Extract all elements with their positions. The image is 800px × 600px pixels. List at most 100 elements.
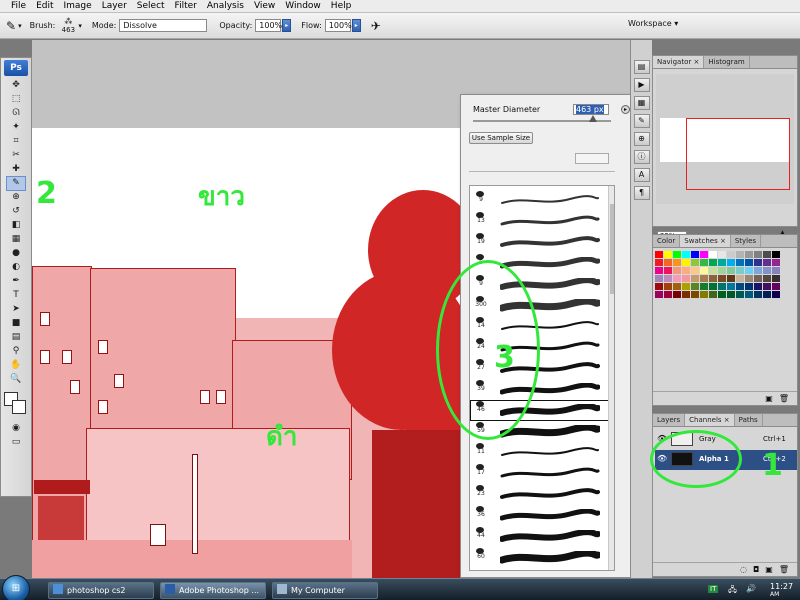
color-swatch[interactable] [745, 267, 754, 275]
tab-layers[interactable]: Layers [653, 414, 686, 426]
color-swatch[interactable] [664, 267, 673, 275]
gradient-icon[interactable]: ▦ [7, 233, 25, 246]
tray-volume-icon[interactable]: 🔊 [746, 584, 756, 593]
history-brush-icon[interactable]: ↺ [7, 205, 25, 218]
menu-layer[interactable]: Layer [97, 0, 132, 13]
dock-icon-history[interactable]: ▤ [633, 60, 650, 74]
color-swatch[interactable] [700, 267, 709, 275]
color-swatch[interactable] [709, 251, 718, 259]
zoom-icon[interactable]: 🔍 [7, 373, 25, 386]
menu-edit[interactable]: Edit [31, 0, 58, 13]
master-diameter-field[interactable]: 463 px [573, 104, 609, 115]
color-swatch[interactable] [700, 259, 709, 267]
brush-dropdown-icon[interactable]: ▾ [78, 22, 82, 30]
delete-channel-icon[interactable]: 🗑 [779, 565, 789, 574]
workspace-button[interactable]: Workspace ▾ [628, 19, 678, 28]
menu-filter[interactable]: Filter [170, 0, 202, 13]
color-swatch[interactable] [754, 275, 763, 283]
color-swatch[interactable] [655, 275, 664, 283]
opacity-field[interactable]: 100% [255, 19, 282, 32]
scrollbar-thumb[interactable] [610, 204, 614, 294]
brush-preset-item[interactable]: 44 [470, 526, 614, 547]
slice-icon[interactable]: ✂ [7, 149, 25, 162]
menu-analysis[interactable]: Analysis [202, 0, 249, 13]
color-swatch[interactable] [772, 251, 781, 259]
screen-mode-icon[interactable]: ▭ [7, 436, 25, 449]
tab-swatches[interactable]: Swatches × [680, 235, 731, 247]
menu-window[interactable]: Window [280, 0, 326, 13]
color-swatch[interactable] [727, 259, 736, 267]
color-swatch[interactable] [691, 283, 700, 291]
color-swatch[interactable] [709, 283, 718, 291]
color-swatch[interactable] [745, 251, 754, 259]
color-swatch[interactable] [754, 283, 763, 291]
menu-select[interactable]: Select [132, 0, 170, 13]
brush-preset-item[interactable]: 13 [470, 211, 614, 232]
color-swatch[interactable] [736, 283, 745, 291]
brush-preset-item[interactable]: 23 [470, 484, 614, 505]
color-swatch[interactable] [772, 283, 781, 291]
brush-preset-item[interactable]: 17 [470, 463, 614, 484]
color-swatch[interactable] [682, 267, 691, 275]
path-select-icon[interactable]: ➤ [7, 303, 25, 316]
mode-select[interactable]: Dissolve [119, 19, 208, 32]
color-swatch[interactable] [700, 275, 709, 283]
color-swatch[interactable] [718, 275, 727, 283]
color-swatch[interactable] [682, 283, 691, 291]
color-swatch[interactable] [655, 259, 664, 267]
picker-menu-icon[interactable]: ▸ [621, 105, 630, 114]
tray-input-icon[interactable]: IT [708, 585, 719, 593]
load-selection-icon[interactable]: ◌ [740, 565, 747, 574]
color-swatch[interactable] [691, 291, 700, 299]
color-swatch[interactable] [718, 267, 727, 275]
flow-slider-icon[interactable]: ▸ [351, 19, 361, 32]
color-swatch[interactable] [745, 275, 754, 283]
color-swatch[interactable] [727, 283, 736, 291]
opacity-slider-icon[interactable]: ▸ [282, 19, 292, 32]
task-item-my-computer[interactable]: My Computer [272, 582, 378, 599]
menu-help[interactable]: Help [326, 0, 357, 13]
color-swatch[interactable] [700, 283, 709, 291]
color-swatch[interactable] [763, 251, 772, 259]
color-swatch[interactable] [763, 259, 772, 267]
tab-styles[interactable]: Styles [731, 235, 762, 247]
color-swatch[interactable] [691, 275, 700, 283]
tab-navigator[interactable]: Navigator × [653, 56, 705, 68]
use-sample-size-button[interactable]: Use Sample Size [469, 132, 533, 144]
color-swatch[interactable] [709, 267, 718, 275]
dock-icon-actions[interactable]: ▶ [633, 78, 650, 92]
color-swatch[interactable] [736, 259, 745, 267]
color-swatch[interactable] [772, 267, 781, 275]
crop-icon[interactable]: ⌗ [7, 135, 25, 148]
color-swatch[interactable] [655, 251, 664, 259]
dock-icon-character[interactable]: A [633, 168, 650, 182]
magic-wand-icon[interactable]: ✦ [7, 121, 25, 134]
eyedropper-icon[interactable]: ⚲ [7, 345, 25, 358]
color-swatch[interactable] [736, 275, 745, 283]
color-swatch[interactable] [763, 275, 772, 283]
color-swatch[interactable] [691, 251, 700, 259]
tab-color[interactable]: Color [653, 235, 681, 247]
color-swatch[interactable] [763, 267, 772, 275]
color-swatch[interactable] [682, 291, 691, 299]
hand-icon[interactable]: ✋ [7, 359, 25, 372]
color-swatch[interactable] [736, 267, 745, 275]
color-swatch[interactable] [772, 291, 781, 299]
brush-preset-item[interactable]: 36 [470, 505, 614, 526]
color-swatch[interactable] [691, 259, 700, 267]
menu-image[interactable]: Image [59, 0, 97, 13]
delete-swatch-icon[interactable]: 🗑 [779, 394, 789, 403]
color-swatch[interactable] [664, 275, 673, 283]
preset-list-scrollbar[interactable] [608, 186, 614, 570]
color-swatch[interactable] [700, 291, 709, 299]
color-swatch[interactable] [745, 291, 754, 299]
color-swatch[interactable] [655, 283, 664, 291]
color-swatch[interactable] [673, 259, 682, 267]
color-swatch[interactable] [727, 275, 736, 283]
color-swatch[interactable] [673, 275, 682, 283]
photoshop-logo[interactable]: Ps [4, 60, 28, 76]
airbrush-icon[interactable]: ✈ [371, 19, 381, 33]
color-swatch[interactable] [763, 291, 772, 299]
stamp-icon[interactable]: ⊕ [7, 191, 25, 204]
eraser-icon[interactable]: ◧ [7, 219, 25, 232]
